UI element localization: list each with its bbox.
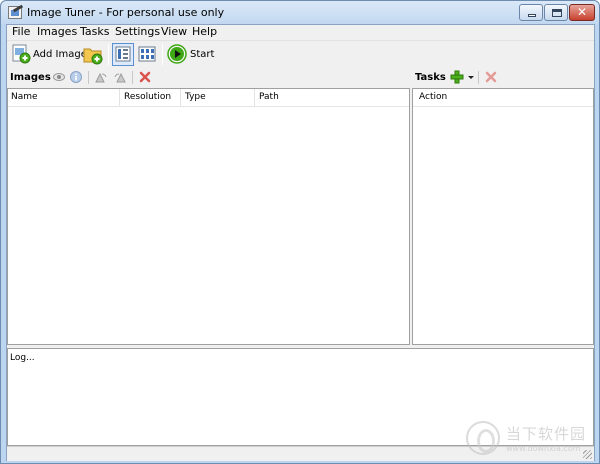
eye-icon[interactable] bbox=[53, 71, 65, 83]
start-button[interactable]: Start bbox=[166, 43, 216, 66]
menu-view[interactable]: View bbox=[161, 25, 187, 39]
panel-separator bbox=[478, 71, 479, 84]
tasks-list[interactable]: Action bbox=[412, 88, 594, 345]
rotate-right-icon[interactable] bbox=[114, 71, 126, 83]
column-header-action[interactable]: Action bbox=[416, 89, 592, 106]
menu-images[interactable]: Images bbox=[37, 25, 77, 39]
maximize-button[interactable] bbox=[544, 4, 568, 21]
delete-task-icon[interactable] bbox=[485, 71, 497, 83]
title-bar[interactable]: Image Tuner - For personal use only ✕ bbox=[1, 1, 599, 24]
client-area: File Images Tasks Settings View Help Add… bbox=[6, 24, 595, 461]
panel-separator bbox=[132, 71, 133, 84]
maximize-icon bbox=[552, 9, 562, 17]
log-text: Log... bbox=[10, 353, 35, 363]
details-view-icon bbox=[115, 46, 131, 62]
menu-settings[interactable]: Settings bbox=[115, 25, 160, 39]
add-task-icon[interactable] bbox=[450, 70, 464, 84]
rotate-left-icon[interactable] bbox=[95, 71, 107, 83]
toolbar: Add Images Start bbox=[7, 40, 594, 67]
watermark-url: www.downxia.com bbox=[506, 444, 581, 453]
thumbnail-view-icon bbox=[138, 46, 156, 62]
panel-separator bbox=[88, 71, 89, 84]
column-header-type[interactable]: Type bbox=[182, 89, 255, 106]
menu-tasks[interactable]: Tasks bbox=[80, 25, 109, 39]
images-panel-title: Images bbox=[10, 72, 51, 83]
watermark-text: 当下软件园 bbox=[506, 425, 587, 443]
chevron-down-icon[interactable] bbox=[467, 71, 475, 83]
menu-bar: File Images Tasks Settings View Help bbox=[7, 25, 594, 39]
toolbar-separator bbox=[162, 44, 163, 65]
menu-help[interactable]: Help bbox=[192, 25, 217, 39]
details-view-button[interactable] bbox=[112, 43, 134, 66]
minimize-button[interactable] bbox=[519, 4, 543, 21]
column-header-resolution[interactable]: Resolution bbox=[121, 89, 181, 106]
app-icon bbox=[8, 6, 22, 19]
add-folder-button[interactable] bbox=[82, 43, 104, 66]
play-icon bbox=[167, 44, 187, 64]
start-label: Start bbox=[190, 49, 215, 60]
column-header-path[interactable]: Path bbox=[256, 89, 409, 106]
images-list[interactable]: Name Resolution Type Path bbox=[7, 88, 410, 345]
close-icon: ✕ bbox=[576, 5, 588, 19]
tasks-panel-title: Tasks bbox=[415, 72, 446, 83]
info-icon[interactable] bbox=[70, 71, 82, 83]
header-divider bbox=[8, 106, 409, 107]
header-divider bbox=[413, 106, 593, 107]
add-images-button[interactable]: Add Images bbox=[10, 43, 92, 66]
watermark-logo-icon bbox=[466, 421, 500, 455]
add-folder-icon bbox=[83, 48, 103, 65]
window-title: Image Tuner - For personal use only bbox=[27, 6, 225, 19]
thumbnail-view-button[interactable] bbox=[137, 43, 159, 66]
column-header-name[interactable]: Name bbox=[8, 89, 120, 106]
add-images-icon bbox=[12, 44, 31, 64]
delete-image-icon[interactable] bbox=[139, 71, 151, 83]
toolbar-separator bbox=[108, 44, 109, 65]
minimize-icon bbox=[528, 14, 536, 17]
close-button[interactable]: ✕ bbox=[569, 4, 595, 21]
menu-file[interactable]: File bbox=[12, 25, 30, 39]
app-window: Image Tuner - For personal use only ✕ Fi… bbox=[0, 0, 600, 464]
watermark: 当下软件园 www.downxia.com bbox=[466, 421, 600, 464]
